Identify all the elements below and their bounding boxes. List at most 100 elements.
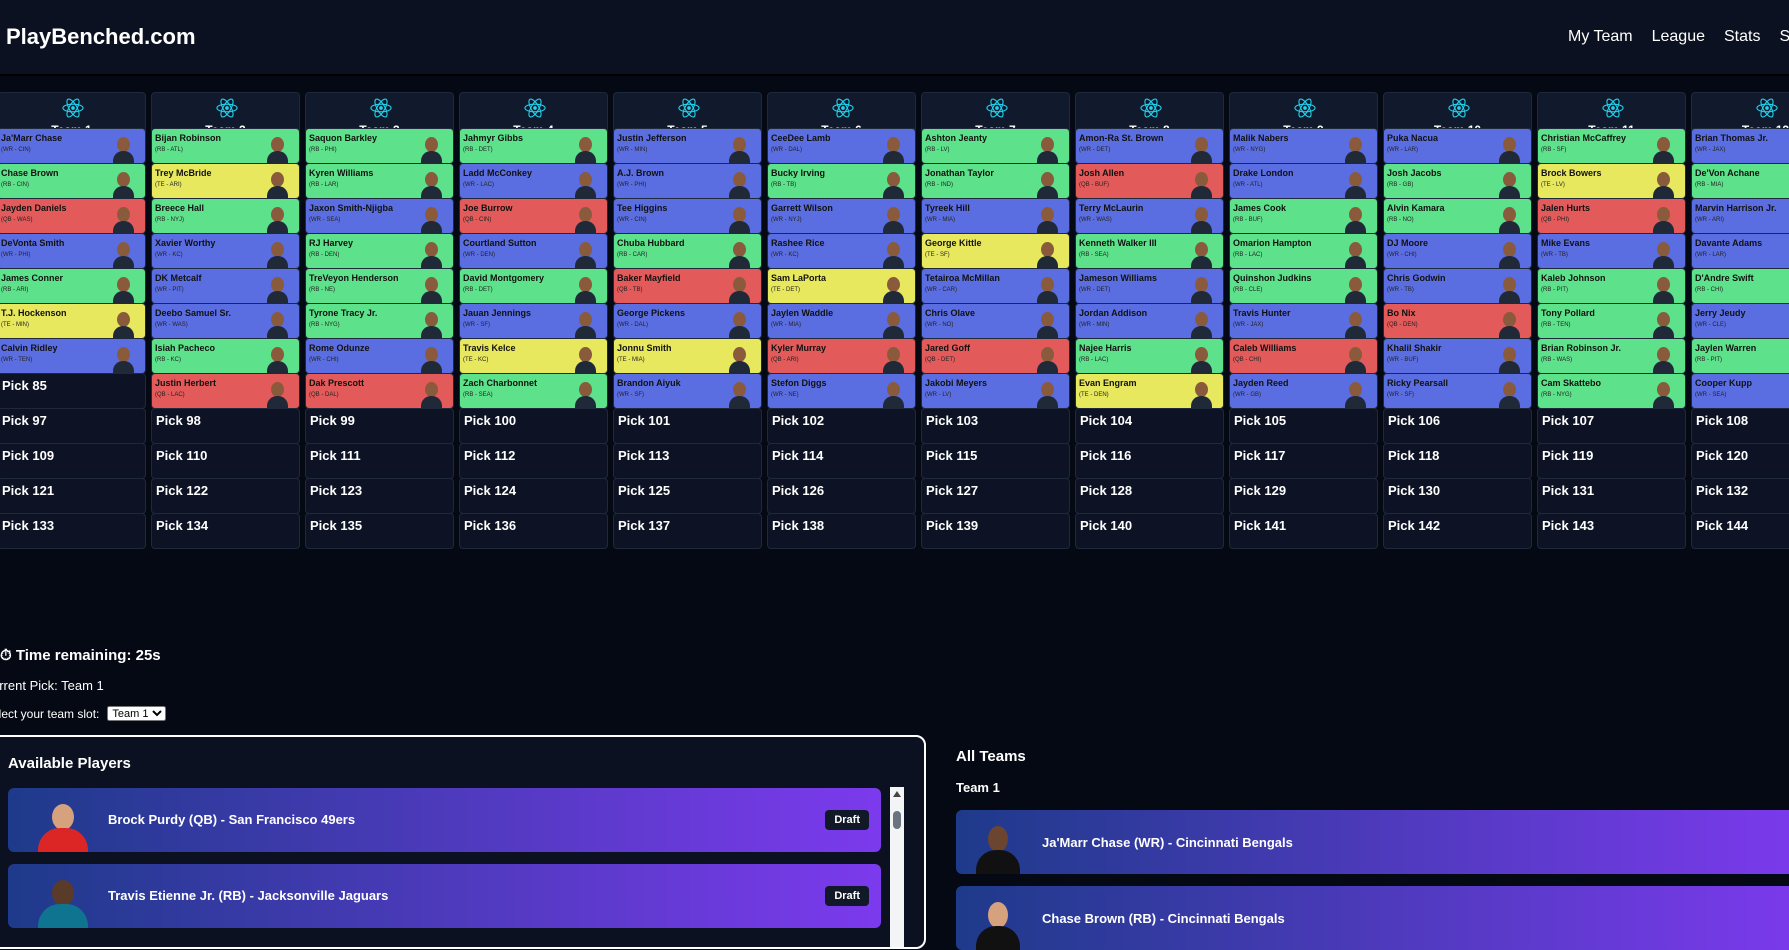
drafted-player-cell[interactable]: George Pickens (WR - DAL) bbox=[613, 303, 762, 339]
drafted-player-cell[interactable]: Bo Nix (QB - DEN) bbox=[1383, 303, 1532, 339]
drafted-player-cell[interactable]: David Montgomery (RB - DET) bbox=[459, 268, 608, 304]
drafted-player-cell[interactable]: Evan Engram (TE - DEN) bbox=[1075, 373, 1224, 409]
empty-pick-slot[interactable]: Pick 130 bbox=[1383, 478, 1532, 514]
empty-pick-slot[interactable]: Pick 104 bbox=[1075, 408, 1224, 444]
empty-pick-slot[interactable]: Pick 139 bbox=[921, 513, 1070, 549]
drafted-player-cell[interactable]: Jonnu Smith (TE - MIA) bbox=[613, 338, 762, 374]
drafted-player-cell[interactable]: Brock Bowers (TE - LV) bbox=[1537, 163, 1686, 199]
drafted-player-cell[interactable]: George Kittle (TE - SF) bbox=[921, 233, 1070, 269]
empty-pick-slot[interactable]: Pick 107 bbox=[1537, 408, 1686, 444]
drafted-player-cell[interactable]: Jahmyr Gibbs (RB - DET) bbox=[459, 128, 608, 164]
drafted-player-cell[interactable]: Kyren Williams (RB - LAR) bbox=[305, 163, 454, 199]
scroll-up-arrow-icon[interactable] bbox=[893, 791, 901, 797]
empty-pick-slot[interactable]: Pick 113 bbox=[613, 443, 762, 479]
drafted-player-cell[interactable]: Chase Brown (RB - CIN) bbox=[0, 163, 146, 199]
drafted-player-cell[interactable]: Stefon Diggs (WR - NE) bbox=[767, 373, 916, 409]
drafted-player-cell[interactable]: Josh Allen (QB - BUF) bbox=[1075, 163, 1224, 199]
empty-pick-slot[interactable]: Pick 110 bbox=[151, 443, 300, 479]
drafted-player-cell[interactable]: Justin Jefferson (WR - MIN) bbox=[613, 128, 762, 164]
drafted-player-cell[interactable]: Jared Goff (QB - DET) bbox=[921, 338, 1070, 374]
drafted-player-cell[interactable]: Xavier Worthy (WR - KC) bbox=[151, 233, 300, 269]
empty-pick-slot[interactable]: Pick 116 bbox=[1075, 443, 1224, 479]
nav-more[interactable]: S bbox=[1779, 28, 1789, 46]
empty-pick-slot[interactable]: Pick 119 bbox=[1537, 443, 1686, 479]
empty-pick-slot[interactable]: Pick 134 bbox=[151, 513, 300, 549]
empty-pick-slot[interactable]: Pick 117 bbox=[1229, 443, 1378, 479]
empty-pick-slot[interactable]: Pick 112 bbox=[459, 443, 608, 479]
drafted-player-cell[interactable]: Najee Harris (RB - LAC) bbox=[1075, 338, 1224, 374]
drafted-player-cell[interactable]: Jaylen Warren (RB - PIT) bbox=[1691, 338, 1789, 374]
empty-pick-slot[interactable]: Pick 85 bbox=[0, 373, 146, 409]
empty-pick-slot[interactable]: Pick 127 bbox=[921, 478, 1070, 514]
drafted-player-cell[interactable]: James Conner (RB - ARI) bbox=[0, 268, 146, 304]
drafted-player-cell[interactable]: Zach Charbonnet (RB - SEA) bbox=[459, 373, 608, 409]
drafted-player-cell[interactable]: A.J. Brown (WR - PHI) bbox=[613, 163, 762, 199]
empty-pick-slot[interactable]: Pick 108 bbox=[1691, 408, 1789, 444]
drafted-player-cell[interactable]: TreVeyon Henderson (RB - NE) bbox=[305, 268, 454, 304]
drafted-player-cell[interactable]: Calvin Ridley (WR - TEN) bbox=[0, 338, 146, 374]
drafted-player-cell[interactable]: Rashee Rice (WR - KC) bbox=[767, 233, 916, 269]
empty-pick-slot[interactable]: Pick 121 bbox=[0, 478, 146, 514]
empty-pick-slot[interactable]: Pick 137 bbox=[613, 513, 762, 549]
drafted-player-cell[interactable]: T.J. Hockenson (TE - MIN) bbox=[0, 303, 146, 339]
empty-pick-slot[interactable]: Pick 138 bbox=[767, 513, 916, 549]
drafted-player-cell[interactable]: Tony Pollard (RB - TEN) bbox=[1537, 303, 1686, 339]
empty-pick-slot[interactable]: Pick 105 bbox=[1229, 408, 1378, 444]
drafted-player-cell[interactable]: Bijan Robinson (RB - ATL) bbox=[151, 128, 300, 164]
empty-pick-slot[interactable]: Pick 140 bbox=[1075, 513, 1224, 549]
nav-stats[interactable]: Stats bbox=[1724, 28, 1760, 46]
drafted-player-cell[interactable]: Malik Nabers (WR - NYG) bbox=[1229, 128, 1378, 164]
drafted-player-cell[interactable]: Jameson Williams (WR - DET) bbox=[1075, 268, 1224, 304]
empty-pick-slot[interactable]: Pick 106 bbox=[1383, 408, 1532, 444]
empty-pick-slot[interactable]: Pick 99 bbox=[305, 408, 454, 444]
drafted-player-cell[interactable]: Brandon Aiyuk (WR - SF) bbox=[613, 373, 762, 409]
drafted-player-cell[interactable]: Ladd McConkey (WR - LAC) bbox=[459, 163, 608, 199]
empty-pick-slot[interactable]: Pick 128 bbox=[1075, 478, 1224, 514]
drafted-player-cell[interactable]: Tee Higgins (WR - CIN) bbox=[613, 198, 762, 234]
drafted-player-cell[interactable]: Jordan Addison (WR - MIN) bbox=[1075, 303, 1224, 339]
drafted-player-cell[interactable]: DK Metcalf (WR - PIT) bbox=[151, 268, 300, 304]
drafted-player-cell[interactable]: D'Andre Swift (RB - CHI) bbox=[1691, 268, 1789, 304]
empty-pick-slot[interactable]: Pick 102 bbox=[767, 408, 916, 444]
drafted-player-cell[interactable]: Alvin Kamara (RB - NO) bbox=[1383, 198, 1532, 234]
drafted-player-cell[interactable]: Chuba Hubbard (RB - CAR) bbox=[613, 233, 762, 269]
drafted-player-cell[interactable]: Brian Thomas Jr. (WR - JAX) bbox=[1691, 128, 1789, 164]
drafted-player-cell[interactable]: Jayden Reed (WR - GB) bbox=[1229, 373, 1378, 409]
empty-pick-slot[interactable]: Pick 129 bbox=[1229, 478, 1378, 514]
drafted-player-cell[interactable]: Isiah Pacheco (RB - KC) bbox=[151, 338, 300, 374]
empty-pick-slot[interactable]: Pick 103 bbox=[921, 408, 1070, 444]
available-player-card[interactable]: Brock Purdy (QB) - San Francisco 49ers D… bbox=[8, 788, 881, 852]
empty-pick-slot[interactable]: Pick 115 bbox=[921, 443, 1070, 479]
drafted-player-cell[interactable]: RJ Harvey (RB - DEN) bbox=[305, 233, 454, 269]
empty-pick-slot[interactable]: Pick 132 bbox=[1691, 478, 1789, 514]
empty-pick-slot[interactable]: Pick 114 bbox=[767, 443, 916, 479]
drafted-player-cell[interactable]: Deebo Samuel Sr. (WR - WAS) bbox=[151, 303, 300, 339]
drafted-player-cell[interactable]: Marvin Harrison Jr. (WR - ARI) bbox=[1691, 198, 1789, 234]
empty-pick-slot[interactable]: Pick 141 bbox=[1229, 513, 1378, 549]
drafted-player-cell[interactable]: Cooper Kupp (WR - SEA) bbox=[1691, 373, 1789, 409]
empty-pick-slot[interactable]: Pick 97 bbox=[0, 408, 146, 444]
empty-pick-slot[interactable]: Pick 98 bbox=[151, 408, 300, 444]
nav-my-team[interactable]: My Team bbox=[1568, 28, 1633, 46]
drafted-player-cell[interactable]: Ricky Pearsall (WR - SF) bbox=[1383, 373, 1532, 409]
drafted-player-cell[interactable]: Trey McBride (TE - ARI) bbox=[151, 163, 300, 199]
drafted-player-cell[interactable]: Caleb Williams (QB - CHI) bbox=[1229, 338, 1378, 374]
drafted-player-cell[interactable]: Bucky Irving (RB - TB) bbox=[767, 163, 916, 199]
drafted-player-cell[interactable]: James Cook (RB - BUF) bbox=[1229, 198, 1378, 234]
drafted-player-cell[interactable]: Puka Nacua (WR - LAR) bbox=[1383, 128, 1532, 164]
drafted-player-cell[interactable]: Omarion Hampton (RB - LAC) bbox=[1229, 233, 1378, 269]
nav-league[interactable]: League bbox=[1652, 28, 1705, 46]
empty-pick-slot[interactable]: Pick 131 bbox=[1537, 478, 1686, 514]
draft-button[interactable]: Draft bbox=[825, 886, 869, 906]
drafted-player-cell[interactable]: Chris Godwin (WR - TB) bbox=[1383, 268, 1532, 304]
drafted-player-cell[interactable]: Cam Skattebo (RB - NYG) bbox=[1537, 373, 1686, 409]
empty-pick-slot[interactable]: Pick 126 bbox=[767, 478, 916, 514]
drafted-player-cell[interactable]: Kenneth Walker III (RB - SEA) bbox=[1075, 233, 1224, 269]
empty-pick-slot[interactable]: Pick 120 bbox=[1691, 443, 1789, 479]
drafted-player-cell[interactable]: Terry McLaurin (WR - WAS) bbox=[1075, 198, 1224, 234]
drafted-player-cell[interactable]: Jerry Jeudy (WR - CLE) bbox=[1691, 303, 1789, 339]
drafted-player-cell[interactable]: Jalen Hurts (QB - PHI) bbox=[1537, 198, 1686, 234]
drafted-player-cell[interactable]: Tyrone Tracy Jr. (RB - NYG) bbox=[305, 303, 454, 339]
available-player-card[interactable]: Travis Etienne Jr. (RB) - Jacksonville J… bbox=[8, 864, 881, 928]
drafted-player-cell[interactable]: Jakobi Meyers (WR - LV) bbox=[921, 373, 1070, 409]
